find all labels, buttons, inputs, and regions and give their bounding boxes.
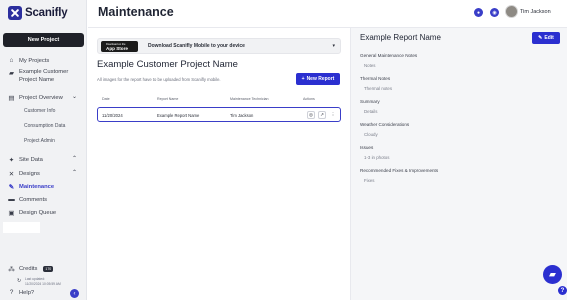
new-report-label: New Report [306,76,335,82]
edit-button[interactable]: ✎ Edit [532,32,560,44]
sidebar-item-label: My Projects [19,57,50,64]
table-header: Date Report Name Maintenance Technician … [97,95,341,105]
help-bubble-icon[interactable]: ? [558,286,567,295]
field-label-issues: Issues [360,145,374,150]
app-store-badge[interactable]: Download on the App Store [101,41,138,52]
new-project-button[interactable]: New Project [3,33,84,47]
sidebar-item-maintenance[interactable]: ✎ Maintenance [8,183,55,191]
field-value-fixes: Fixes [364,178,375,183]
sidebar-item-label: Site Data [19,156,43,163]
credits[interactable]: ⁂ Credits 170 [8,265,54,273]
cell-technician: Tim Jackson [230,113,254,118]
field-label-summary: Summary [360,99,380,104]
report-detail-panel: Example Report Name ✎ Edit General Maint… [350,28,567,300]
sidebar-item-design-queue[interactable]: ▣ Design Queue [8,209,57,217]
mobile-download-banner[interactable]: Download on the App Store Download Scani… [97,38,341,54]
help-icon: ? [9,289,14,296]
project-title: Example Customer Project Name [97,59,238,70]
credits-label: Credits [19,265,38,272]
banner-text: Download Scanifly Mobile to your device [148,43,245,49]
sidebar-subitem-customer-info[interactable]: Customer Info [24,108,55,114]
sidebar: Scanifly New Project ⌂ My Projects ▰ Exa… [0,0,87,300]
last-updated: Last updated: 11/20/2024 10:05:59 AM [25,277,61,286]
sidebar-subitem-consumption-data[interactable]: Consumption Data [24,123,65,129]
field-label-fixes: Recommended Fixes & Improvements [360,168,439,173]
status-icon[interactable]: ◉ [490,8,499,17]
sidebar-item-label: Design Queue [19,209,57,216]
field-value-weather: Cloudy [364,132,378,137]
sidebar-item-label: Project Overview [19,94,63,101]
new-report-button[interactable]: + New Report [296,73,340,85]
app-store-big-text: App Store [106,45,128,51]
caret-down-icon[interactable]: ▾ [332,43,335,49]
comment-icon: ▬ [8,196,15,203]
sidebar-subitem-project-admin[interactable]: Project Admin [24,138,55,144]
credits-icon: ⁂ [8,265,15,273]
column-header-actions: Actions [303,97,315,101]
column-header-technician[interactable]: Maintenance Technician [230,97,269,101]
pencil-icon: ✎ [538,35,543,41]
scanifly-logo-icon [8,6,22,20]
sidebar-item-label: Comments [19,196,48,203]
folder-icon: ▰ [9,69,14,77]
help-link[interactable]: ? Help? [8,289,34,296]
field-label-thermal-notes: Thermal Notes [360,76,391,81]
field-label-general-notes: General Maintenance Notes [360,53,418,58]
view-icon[interactable]: ◎ [307,111,315,119]
table-row[interactable]: 11/20/2024 Example Report Name Tim Jacks… [97,107,341,122]
sidebar-item-label: Designs [19,170,40,177]
row-actions: ◎ ↗ ⋮ [307,111,337,119]
chevron-up-icon[interactable]: ⌃ [72,169,77,176]
wrench-icon: ✎ [8,183,15,191]
field-value-general-notes: Notes [364,63,376,68]
sidebar-item-project[interactable]: ▰ Example Customer Project Name [8,69,79,84]
cell-report-name: Example Report Name [157,113,200,118]
chevron-down-icon[interactable]: ⌄ [72,93,77,100]
user-name[interactable]: Tim Jackson [520,9,551,15]
logo-text: Scanifly [25,7,68,19]
last-updated-value: 11/20/2024 10:05:59 AM [25,281,61,286]
more-options-icon[interactable]: ⋮ [329,111,337,119]
upload-hint: All images for the report have to be upl… [97,77,221,82]
avatar[interactable] [505,5,518,18]
edit-label: Edit [544,35,554,41]
sidebar-item-comments[interactable]: ▬ Comments [8,196,47,203]
queue-icon: ▣ [8,209,15,217]
plus-icon: + [301,76,305,82]
collapse-sidebar-button[interactable]: ‹ [70,289,79,298]
cell-date: 11/20/2024 [102,113,123,118]
sidebar-item-project-overview[interactable]: ▤ Project Overview [8,94,63,102]
header: Maintenance ● ◉ Tim Jackson [88,0,567,28]
chevron-up-icon[interactable]: ⌃ [72,155,77,162]
sidebar-item-label: Example Customer Project Name [19,69,69,83]
page-title: Maintenance [98,5,174,19]
column-header-date[interactable]: Date [102,97,110,101]
column-header-report-name[interactable]: Report Name [157,97,178,101]
sidebar-blank-panel [3,222,40,233]
field-value-issues: 1-3 in photos [364,155,390,160]
sidebar-item-label: Maintenance [19,183,55,190]
report-title: Example Report Name [360,33,441,42]
logo[interactable]: Scanifly [8,6,68,20]
field-value-thermal-notes: Thermal notes [364,86,393,91]
credits-badge: 170 [43,265,54,272]
sidebar-item-designs[interactable]: ✕ Designs [8,170,40,178]
clipboard-icon: ▤ [8,94,15,102]
help-label: Help? [19,289,35,296]
open-external-icon[interactable]: ↗ [318,111,326,119]
notification-bell-icon[interactable]: ● [474,8,483,17]
refresh-icon[interactable]: ↻ [17,278,21,284]
chat-icon[interactable]: ▰ [543,265,562,284]
field-value-summary: Details [364,109,378,114]
field-label-weather: Weather Considerations [360,122,410,127]
sidebar-item-site-data[interactable]: ✦ Site Data [8,156,43,164]
sidebar-item-my-projects[interactable]: ⌂ My Projects [8,57,50,64]
home-icon: ⌂ [9,57,14,64]
tools-icon: ✕ [8,170,15,178]
layers-icon: ✦ [8,156,15,164]
main-content: Download on the App Store Download Scani… [88,28,349,300]
